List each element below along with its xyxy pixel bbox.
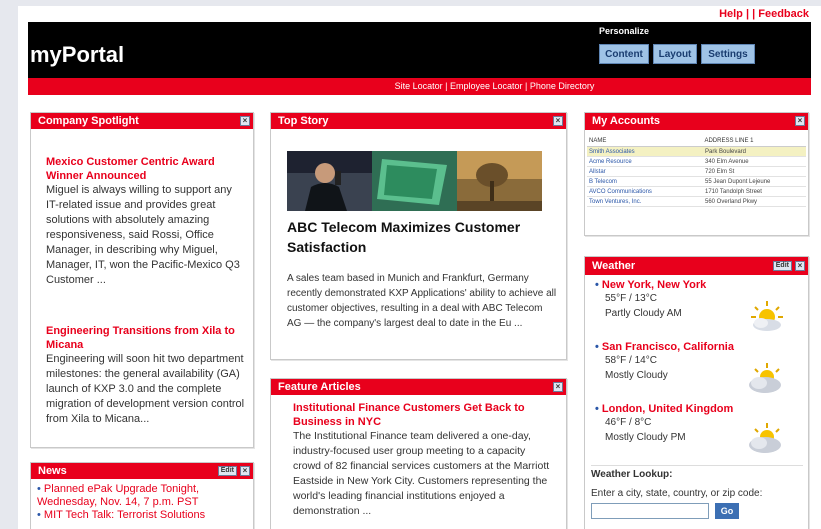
news-panel: News Edit × • Planned ePak Upgrade Tonig… <box>30 462 254 529</box>
layout-button[interactable]: Layout <box>653 44 697 64</box>
portal-header: myPortal Personalize Content Layout Sett… <box>28 22 811 78</box>
table-row[interactable]: Acme Resource 340 Elm Avenue <box>587 157 806 167</box>
spotlight-text: Miguel is always willing to support any … <box>46 184 240 286</box>
close-icon[interactable]: × <box>795 116 805 126</box>
edit-button[interactable]: Edit <box>217 466 237 476</box>
my-accounts-panel: My Accounts × NAME ADDRESS LINE 1 Smith … <box>584 112 809 236</box>
personalize-label: Personalize <box>599 26 650 36</box>
weather-city: • London, United Kingdom 46°F / 8°C Most… <box>595 403 733 445</box>
phone-directory-link[interactable]: Phone Directory <box>530 81 595 91</box>
news-item[interactable]: • Planned ePak Upgrade Tonight, Wednesda… <box>37 483 247 509</box>
site-locator-link[interactable]: Site Locator <box>395 81 443 91</box>
panel-title: Company Spotlight × <box>31 113 253 129</box>
help-link[interactable]: Help <box>719 8 743 20</box>
feature-headline[interactable]: Institutional Finance Customers Get Back… <box>293 401 556 429</box>
employee-locator-link[interactable]: Employee Locator <box>450 81 523 91</box>
settings-button[interactable]: Settings <box>701 44 755 64</box>
column-header-address[interactable]: ADDRESS LINE 1 <box>704 136 804 146</box>
partly-cloudy-icon <box>751 301 783 331</box>
sub-navigation: Site Locator | Employee Locator | Phone … <box>28 78 811 95</box>
weather-city: • San Francisco, California 58°F / 14°C … <box>595 341 734 383</box>
top-links: Help | | Feedback <box>719 8 809 20</box>
table-row[interactable]: Smith Associates Park Boulevard <box>587 147 806 157</box>
content-button[interactable]: Content <box>599 44 649 64</box>
weather-temperature: 58°F / 14°C <box>605 355 657 366</box>
feature-text: The Institutional Finance team delivered… <box>293 430 550 517</box>
weather-city-link[interactable]: • New York, New York <box>595 279 706 291</box>
weather-condition: Partly Cloudy AM <box>605 308 682 319</box>
mostly-cloudy-icon <box>749 423 781 453</box>
close-icon[interactable]: × <box>240 116 250 126</box>
weather-city-link[interactable]: • San Francisco, California <box>595 341 734 353</box>
close-icon[interactable]: × <box>553 382 563 392</box>
panel-title: Weather Edit × <box>585 257 808 275</box>
weather-lookup-input[interactable] <box>591 503 709 519</box>
weather-city-link[interactable]: • London, United Kingdom <box>595 403 733 415</box>
close-icon[interactable]: × <box>795 261 805 271</box>
news-item[interactable]: • MIT Tech Talk: Terrorist Solutions <box>37 509 247 522</box>
spotlight-headline[interactable]: Mexico Customer Centric Award Winner Ann… <box>46 155 247 183</box>
portal-logo: myPortal <box>30 42 125 67</box>
portal-page: Help | | Feedback myPortal Personalize C… <box>18 6 821 529</box>
feedback-link[interactable]: Feedback <box>758 8 809 20</box>
accounts-table: NAME ADDRESS LINE 1 Smith Associates Par… <box>585 130 808 207</box>
company-spotlight-panel: Company Spotlight × Mexico Customer Cent… <box>30 112 254 448</box>
column-header-name[interactable]: NAME <box>589 136 704 146</box>
panel-title: News Edit × <box>31 463 253 479</box>
weather-lookup-prompt: Enter a city, state, country, or zip cod… <box>591 488 763 499</box>
weather-lookup: Weather Lookup: Enter a city, state, cou… <box>591 465 803 519</box>
table-row[interactable]: Allstar 720 Elm St <box>587 167 806 177</box>
panel-title: Feature Articles × <box>271 379 566 395</box>
table-row[interactable]: B Telecom 55 Jean Dupont Lejeune <box>587 177 806 187</box>
top-story-panel: Top Story × ABC Telecom Maximizes Custom… <box>270 112 567 360</box>
table-row[interactable]: AVCO Communications 1710 Tandolph Street <box>587 187 806 197</box>
weather-condition: Mostly Cloudy <box>605 370 668 381</box>
mostly-cloudy-icon <box>749 363 781 393</box>
weather-city: • New York, New York 55°F / 13°C Partly … <box>595 279 706 321</box>
spotlight-headline[interactable]: Engineering Transitions from Xila to Mic… <box>46 324 247 352</box>
close-icon[interactable]: × <box>240 466 250 476</box>
go-button[interactable]: Go <box>715 503 739 519</box>
table-row[interactable]: Town Ventures, Inc. 560 Overland Pkwy <box>587 197 806 207</box>
weather-condition: Mostly Cloudy PM <box>605 432 686 443</box>
close-icon[interactable]: × <box>553 116 563 126</box>
panel-title: My Accounts × <box>585 113 808 130</box>
feature-articles-panel: Feature Articles × Institutional Finance… <box>270 378 567 529</box>
spotlight-text: Engineering will soon hit two department… <box>46 353 245 425</box>
weather-temperature: 55°F / 13°C <box>605 293 657 304</box>
weather-temperature: 46°F / 8°C <box>605 417 652 428</box>
accounts-table-header: NAME ADDRESS LINE 1 <box>587 136 806 147</box>
edit-button[interactable]: Edit <box>772 261 792 271</box>
panel-title: Top Story × <box>271 113 566 129</box>
top-story-image <box>287 151 542 211</box>
weather-lookup-title: Weather Lookup: <box>591 469 673 480</box>
top-story-text: A sales team based in Munich and Frankfu… <box>287 273 557 329</box>
top-story-headline[interactable]: ABC Telecom Maximizes Customer Satisfact… <box>287 217 557 257</box>
weather-lookup-form: Go <box>591 503 803 519</box>
weather-panel: Weather Edit × • New York, New York 55°F… <box>584 256 809 529</box>
